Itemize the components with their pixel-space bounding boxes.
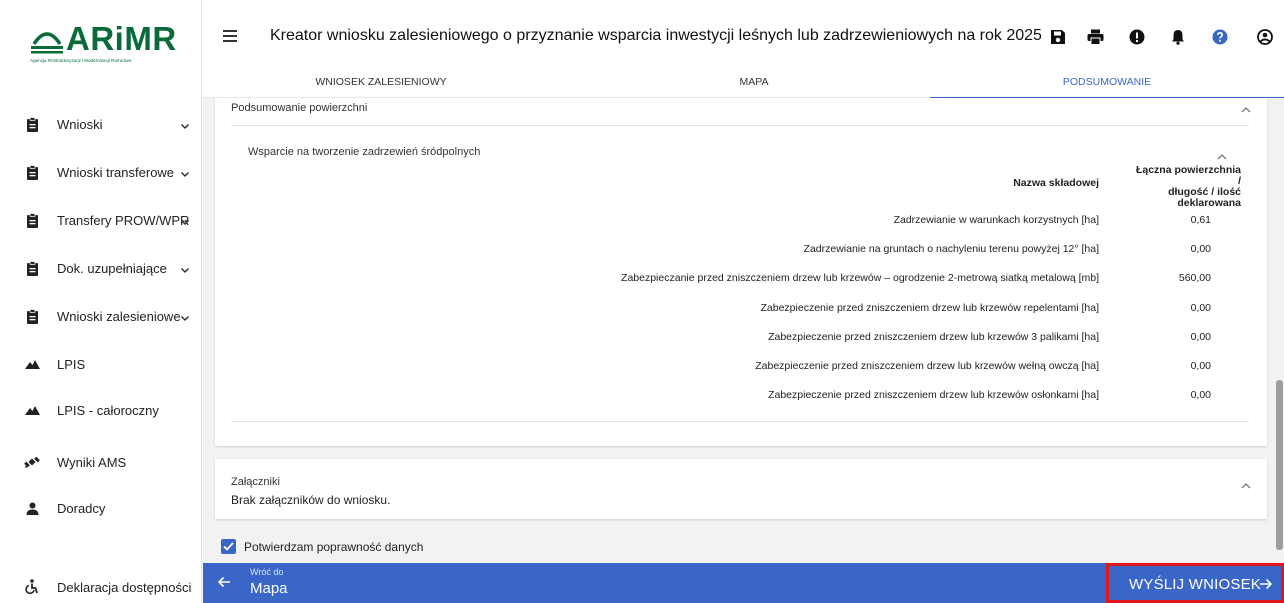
chevron-up-icon[interactable] [1241, 477, 1251, 489]
sidebar-item-label: Wyniki AMS [57, 454, 127, 470]
menu-icon[interactable] [223, 30, 237, 45]
sidebar-item-label: LPIS - całoroczny [57, 402, 159, 418]
sidebar-item-lpis[interactable]: LPIS [0, 344, 202, 384]
sidebar-item-doradcy[interactable]: Doradcy [0, 488, 202, 528]
clipboard-icon [24, 212, 40, 228]
mountain-icon [24, 356, 40, 372]
summary-card: Podsumowanie powierzchni Wsparcie na two… [215, 98, 1267, 446]
tab-podsumowanie[interactable]: PODSUMOWANIE [930, 66, 1284, 98]
sidebar-item-dok-uzupelniajace[interactable]: Dok. uzupełniające [0, 248, 202, 288]
toolbar-icons [1044, 27, 1284, 49]
print-icon[interactable] [1086, 27, 1104, 47]
chevron-up-icon[interactable] [1217, 148, 1227, 160]
column-header-line: deklarowana [1177, 197, 1241, 209]
sidebar-item-deklaracja-dostepnosci[interactable]: Deklaracja dostępności [0, 567, 202, 603]
sidebar-item-label: Wnioski [57, 116, 103, 132]
back-to-map-button[interactable]: Mapa [250, 580, 288, 597]
row-name: Zabezpieczenie przed zniszczeniem drzew … [768, 389, 1099, 401]
scrollbar[interactable] [1274, 98, 1284, 563]
sidebar-item-label: Dok. uzupełniające [57, 260, 167, 276]
row-name: Zabezpieczenie przed zniszczeniem drzew … [768, 331, 1099, 343]
sidebar-item-wyniki-ams[interactable]: Wyniki AMS [0, 442, 202, 482]
scrollbar-thumb[interactable] [1276, 380, 1283, 550]
send-label: WYŚLIJ WNIOSEK [1129, 576, 1261, 593]
summary-title: Podsumowanie powierzchni [231, 102, 368, 114]
sidebar-item-wnioski[interactable]: Wnioski [0, 104, 202, 144]
chevron-down-icon [180, 118, 192, 130]
tab-bar: WNIOSEK ZALESIENIOWY MAPA PODSUMOWANIE [203, 66, 1284, 99]
save-icon[interactable] [1049, 27, 1067, 47]
row-name: Zabezpieczanie przed zniszczeniem drzew … [621, 272, 1099, 284]
send-application-button[interactable]: WYŚLIJ WNIOSEK [1106, 563, 1284, 603]
main-content: Podsumowanie powierzchni Wsparcie na two… [203, 98, 1284, 563]
column-header-name: Nazwa składowej [1013, 177, 1099, 189]
sidebar-item-wnioski-zalesieniowe[interactable]: Wnioski zalesieniowe [0, 296, 202, 336]
attachments-empty-text: Brak załączników do wniosku. [231, 493, 391, 507]
top-bar: Kreator wniosku zalesieniowego o przyzna… [203, 0, 1284, 66]
logo-name: ARiMR [66, 20, 177, 57]
column-header-value: Łączna powierzchnia / długość / ilość de… [1131, 165, 1241, 209]
chevron-down-icon [180, 310, 192, 322]
chevron-down-icon [180, 166, 192, 178]
row-value: 0,00 [1190, 389, 1211, 401]
alert-icon[interactable] [1128, 27, 1146, 47]
satellite-icon [24, 454, 40, 470]
row-value: 0,00 [1190, 302, 1211, 314]
row-value: 0,00 [1190, 243, 1211, 255]
sidebar-item-label: Doradcy [57, 500, 106, 516]
divider [231, 125, 1249, 126]
chevron-up-icon[interactable] [1241, 101, 1251, 113]
sidebar-item-transfery[interactable]: Transfery PROW/WPR [0, 200, 202, 240]
tab-mapa[interactable]: MAPA [578, 66, 930, 98]
row-name: Zabezpieczenie przed zniszczeniem drzew … [755, 360, 1099, 372]
bottom-bar: Wróć do Mapa WYŚLIJ WNIOSEK [203, 563, 1284, 603]
checkbox-checked-icon[interactable] [221, 539, 236, 554]
sidebar-item-label: Wnioski transferowe [57, 164, 175, 180]
attachments-card: Załączniki Brak załączników do wniosku. [215, 459, 1267, 519]
sidebar-item-wnioski-transferowe[interactable]: Wnioski transferowe [0, 152, 202, 192]
sidebar-item-label: Transfery PROW/WPR [57, 212, 190, 228]
mountain-icon [24, 402, 40, 418]
back-caption: Wróć do [250, 567, 284, 577]
confirm-label: Potwierdzam poprawność danych [244, 539, 424, 554]
clipboard-icon [24, 308, 40, 324]
row-value: 560,00 [1178, 272, 1211, 284]
logo-mark-icon [30, 26, 64, 54]
attachments-title: Załączniki [231, 476, 280, 488]
chevron-down-icon [180, 262, 192, 274]
sidebar-item-label: Wnioski zalesieniowe [57, 308, 181, 324]
account-icon[interactable] [1256, 27, 1274, 47]
row-name: Zabezpieczenie przed zniszczeniem drzew … [760, 302, 1100, 314]
confirm-data-checkbox[interactable]: Potwierdzam poprawność danych [221, 539, 423, 554]
accessibility-icon [24, 579, 40, 595]
sidebar-item-label: Deklaracja dostępności [57, 579, 192, 595]
page-title: Kreator wniosku zalesieniowego o przyzna… [270, 27, 1042, 44]
section-title: Wsparcie na tworzenie zadrzewień śródpol… [248, 146, 481, 158]
clipboard-icon [24, 164, 40, 180]
arrow-right-icon [1259, 577, 1273, 591]
sidebar-item-label: LPIS [57, 356, 86, 372]
bell-icon[interactable] [1169, 27, 1187, 47]
row-value: 0,61 [1190, 214, 1211, 226]
arrow-left-icon[interactable] [217, 575, 231, 589]
row-value: 0,00 [1190, 331, 1211, 343]
column-header-line: Łączna powierzchnia / [1135, 164, 1241, 187]
chevron-down-icon [180, 214, 192, 226]
arimr-logo[interactable]: ARiMR Agencja Restrukturyzacji i Moderni… [30, 20, 190, 80]
person-icon [24, 500, 40, 516]
help-icon[interactable] [1211, 27, 1229, 47]
sidebar: ARiMR Agencja Restrukturyzacji i Moderni… [0, 0, 202, 603]
row-value: 0,00 [1190, 360, 1211, 372]
sidebar-item-lpis-caloroczny[interactable]: LPIS - całoroczny [0, 390, 202, 430]
clipboard-icon [24, 260, 40, 276]
row-name: Zadrzewianie w warunkach korzystnych [ha… [893, 214, 1099, 226]
tab-wniosek-zalesieniowy[interactable]: WNIOSEK ZALESIENIOWY [203, 66, 559, 98]
logo-subtitle: Agencja Restrukturyzacji i Modernizacji … [30, 58, 132, 63]
divider [231, 421, 1249, 422]
clipboard-icon [24, 116, 40, 132]
row-name: Zadrzewianie na gruntach o nachyleniu te… [803, 243, 1099, 255]
